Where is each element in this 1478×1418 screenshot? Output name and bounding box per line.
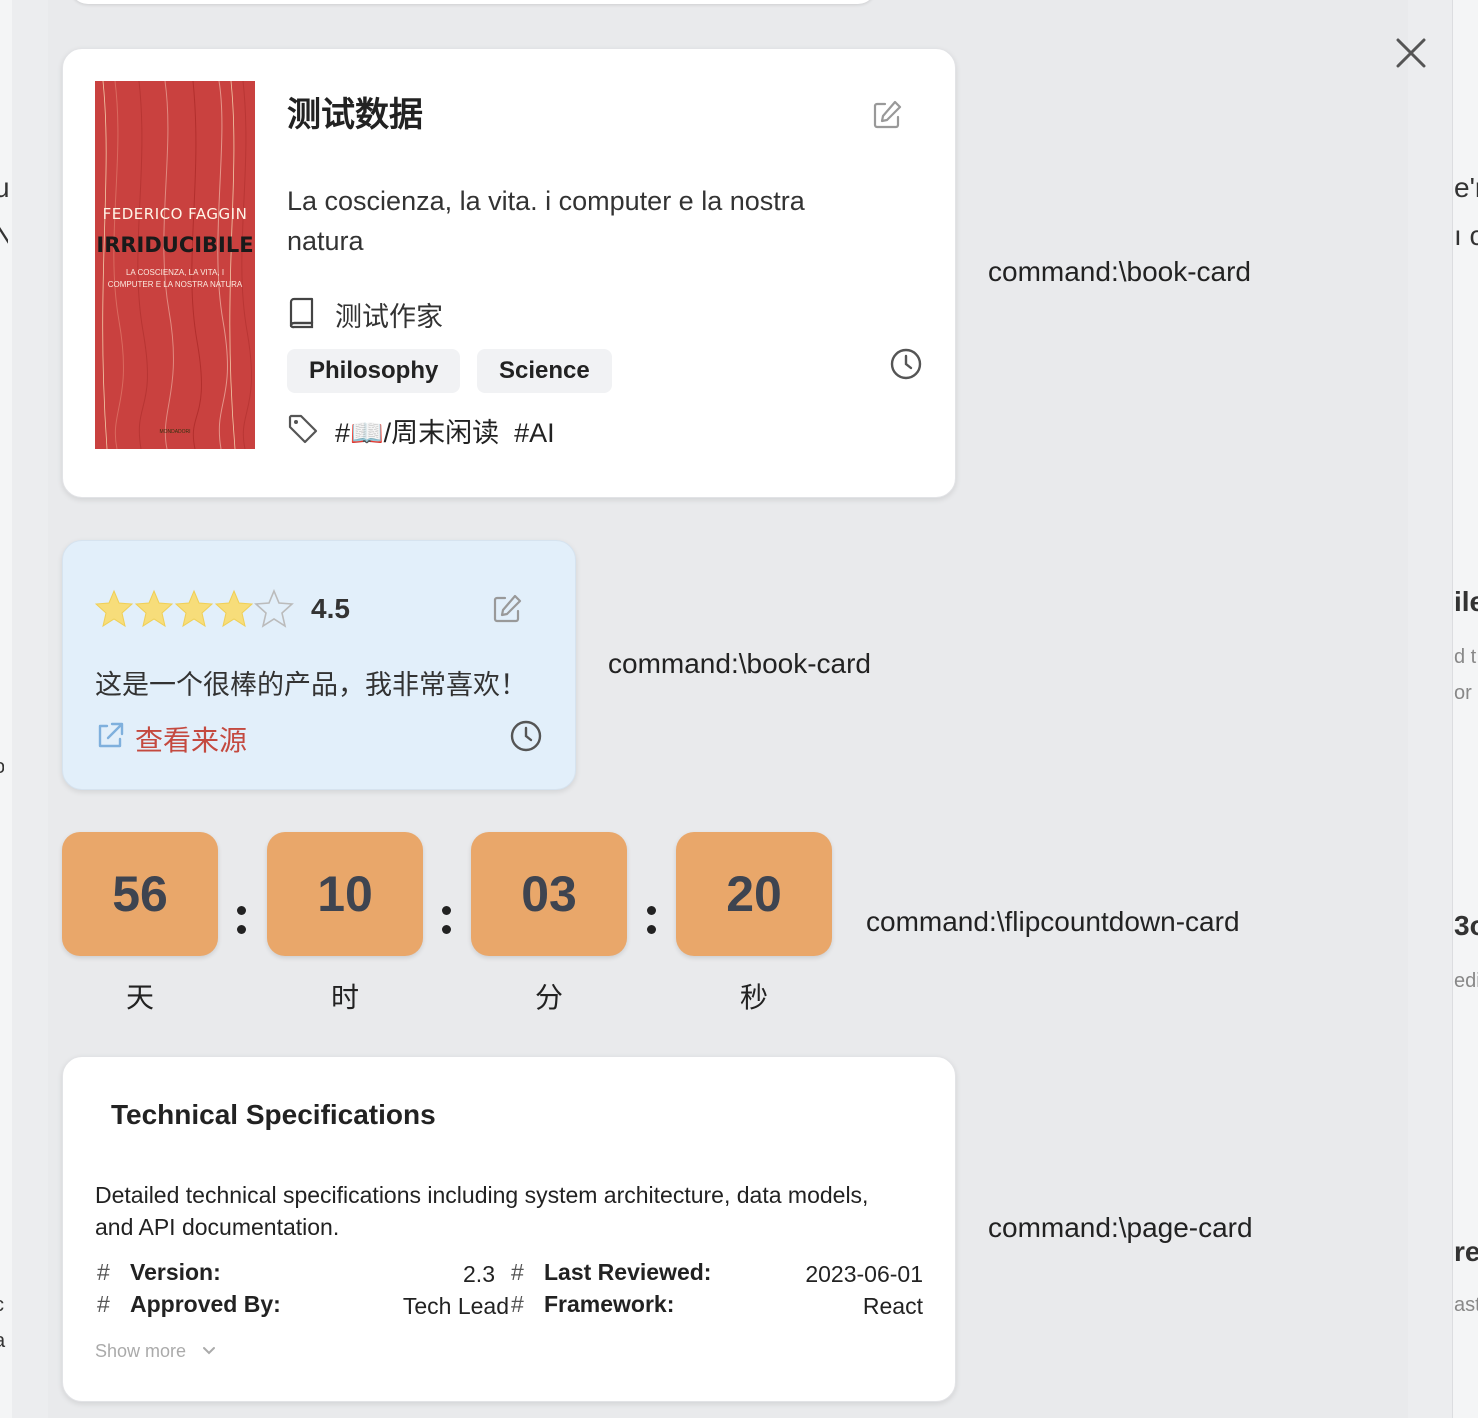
- review-text: 这是一个很棒的产品，我非常喜欢！: [95, 670, 527, 700]
- command-label: command:\flipcountdown-card: [866, 906, 1240, 937]
- show-more-button[interactable]: Show more: [95, 1341, 217, 1362]
- star-icon: [134, 589, 174, 628]
- star-empty-icon: [254, 589, 294, 628]
- tag-icon: [287, 413, 319, 450]
- meta-value: 2.3: [463, 1261, 495, 1287]
- meta-key: Version:: [130, 1259, 221, 1285]
- background-peek-text: a: [0, 1330, 6, 1353]
- book-author: 测试作家: [335, 302, 443, 332]
- external-link-icon[interactable]: [95, 721, 125, 756]
- countdown-separator: [442, 906, 452, 944]
- background-peek-text: c: [0, 1294, 6, 1317]
- countdown-minutes: 03: [471, 832, 627, 956]
- book-cover: FEDERICO FAGGIN IRRIDUCIBILE LA COSCIENZ…: [95, 81, 255, 449]
- book-title: 测试数据: [287, 96, 423, 134]
- background-peek-text: o: [0, 756, 4, 779]
- star-icon: [174, 589, 214, 628]
- book-card[interactable]: FEDERICO FAGGIN IRRIDUCIBILE LA COSCIENZ…: [62, 48, 956, 498]
- edit-button[interactable]: [491, 593, 523, 630]
- cover-subtitle: LA COSCIENZA, LA VITA, I COMPUTER E LA N…: [107, 268, 243, 289]
- countdown-label: 秒: [739, 982, 768, 1013]
- book-icon: [287, 297, 317, 334]
- meta-item: # Approved By: Tech Lead: [95, 1291, 509, 1321]
- meta-key: Framework:: [544, 1291, 675, 1317]
- book-tags[interactable]: #📖/周末闲读 #AI: [335, 411, 555, 450]
- countdown-label: 时: [330, 982, 359, 1013]
- chevron-down-icon: [203, 1347, 216, 1355]
- background-peek-text: e'r: [1454, 172, 1478, 203]
- clock-icon: [509, 719, 543, 758]
- page-card-title: Technical Specifications: [111, 1099, 436, 1130]
- meta-item: # Framework: React: [511, 1291, 923, 1321]
- countdown-seconds: 20: [676, 832, 832, 956]
- meta-value: React: [862, 1293, 923, 1319]
- previous-card-edge: [70, 0, 876, 4]
- background-peek-text: edi: [1454, 970, 1478, 992]
- view-source-link[interactable]: 查看来源: [135, 719, 247, 759]
- meta-key: Last Reviewed:: [544, 1259, 712, 1285]
- hash-icon: #: [97, 1291, 110, 1317]
- rating-stars: [95, 589, 294, 628]
- hash-icon: #: [511, 1259, 524, 1285]
- meta-key: Approved By:: [130, 1291, 281, 1317]
- category-chip[interactable]: Science: [477, 349, 612, 393]
- page-card-description: Detailed technical specifications includ…: [95, 1182, 869, 1240]
- close-icon: [1396, 38, 1426, 68]
- star-icon: [214, 589, 254, 628]
- countdown-days: 56: [62, 832, 218, 956]
- background-peek-text: d t: [1454, 646, 1477, 668]
- show-more-label: Show more: [95, 1341, 187, 1361]
- category-chip[interactable]: Philosophy: [287, 349, 461, 393]
- background-peek-text: 3o: [1454, 910, 1478, 941]
- background-peek-text: N: [0, 220, 8, 252]
- cover-author: FEDERICO FAGGIN: [102, 205, 248, 223]
- cover-publisher: MONDADORI: [159, 429, 191, 435]
- page-card[interactable]: Technical Specifications Detailed techni…: [62, 1056, 956, 1402]
- meta-value: 2023-06-01: [805, 1261, 923, 1287]
- countdown-label: 分: [534, 982, 563, 1013]
- rating-value: 4.5: [311, 593, 350, 624]
- command-label: command:\page-card: [988, 1212, 1253, 1243]
- review-card[interactable]: 4.5 这是一个很棒的产品，我非常喜欢！ 查看来源: [62, 540, 576, 790]
- cover-title: IRRIDUCIBILE: [96, 233, 254, 257]
- cover-texture: [102, 81, 252, 449]
- countdown-label: 天: [125, 982, 154, 1013]
- background-right-column: [1452, 0, 1478, 1418]
- close-button[interactable]: [1390, 32, 1432, 74]
- star-icon: [95, 589, 134, 628]
- background-peek-text: re: [1454, 1236, 1478, 1267]
- hash-icon: #: [97, 1259, 110, 1285]
- meta-item: # Last Reviewed: 2023-06-01: [511, 1259, 923, 1289]
- clock-icon: [889, 347, 923, 386]
- edit-icon: [493, 594, 522, 623]
- countdown-separator: [237, 906, 247, 944]
- meta-value: Tech Lead: [402, 1293, 509, 1319]
- countdown-separator: [647, 906, 657, 944]
- edit-icon: [873, 100, 902, 129]
- command-label: command:\book-card: [988, 256, 1252, 287]
- meta-item: # Version: 2.3: [95, 1259, 495, 1289]
- background-peek-text: ): [0, 476, 6, 508]
- book-subtitle: La coscienza, la vita. i computer e la n…: [287, 186, 805, 256]
- background-peek-text: u: [0, 172, 8, 203]
- background-peek-text: ast: [1454, 1294, 1478, 1316]
- countdown-hours: 10: [267, 832, 423, 956]
- background-peek-text: or: [1454, 682, 1472, 704]
- background-peek-text: ile: [1454, 586, 1478, 617]
- background-peek-text: ı c: [1454, 220, 1478, 251]
- command-label: command:\book-card: [608, 648, 872, 679]
- edit-button[interactable]: [871, 99, 903, 136]
- hash-icon: #: [511, 1291, 524, 1317]
